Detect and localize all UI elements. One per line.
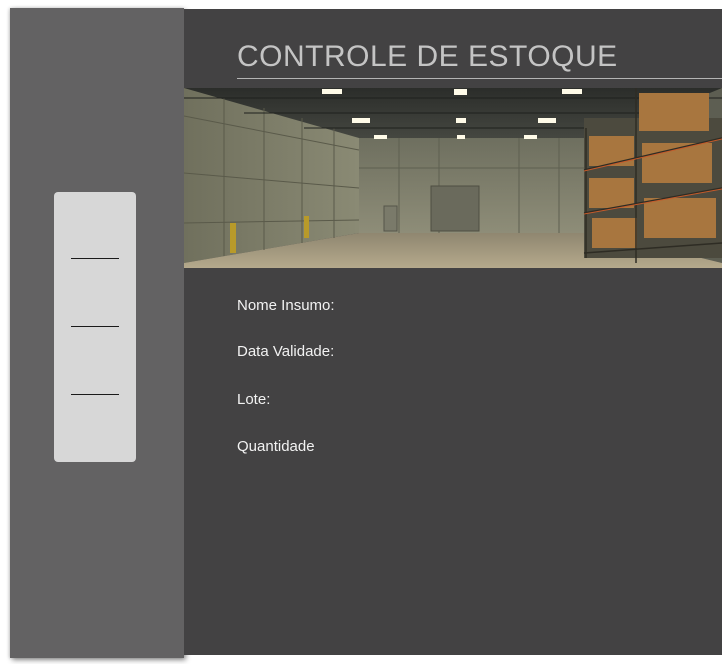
label-quantidade: Quantidade [237,438,315,455]
main-content: CONTROLE DE ESTOQUE Nome Insumo: Data Va… [184,9,722,655]
title-divider [237,78,722,79]
menu-item-2[interactable] [71,326,119,327]
label-data-validade: Data Validade: [237,343,335,360]
menu-item-1[interactable] [71,258,119,259]
menu-item-3[interactable] [71,394,119,395]
label-nome-insumo: Nome Insumo: [237,297,335,314]
nav-menu-card [54,192,136,462]
sidebar [10,8,184,658]
label-lote: Lote: [237,391,271,408]
warehouse-banner-image [184,88,722,268]
page-title: CONTROLE DE ESTOQUE [237,40,618,73]
